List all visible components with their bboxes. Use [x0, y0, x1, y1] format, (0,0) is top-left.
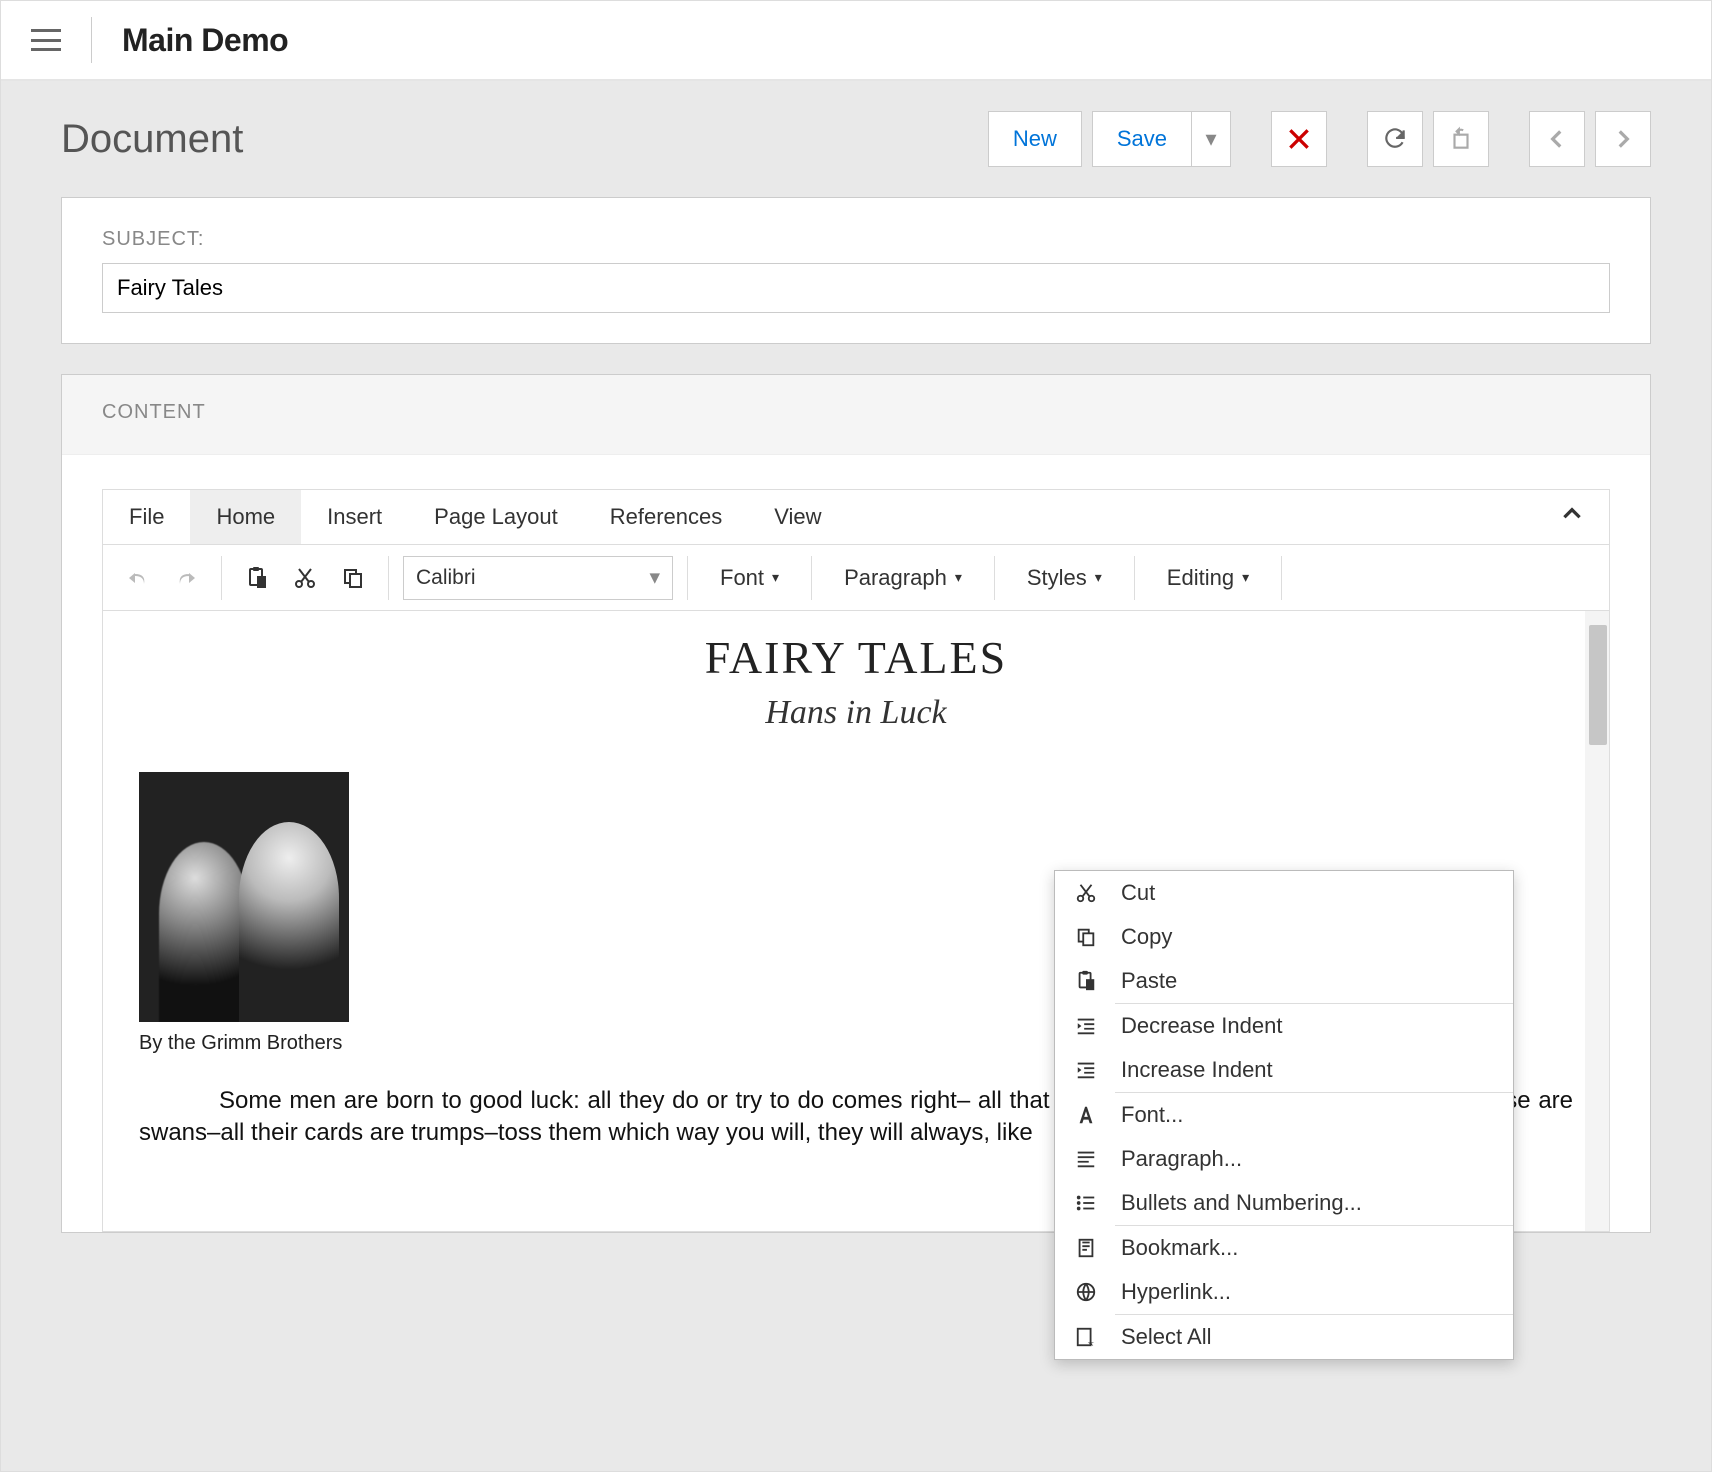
- font-group-dropdown[interactable]: Font: [702, 556, 797, 600]
- content-header: CONTENT: [62, 375, 1650, 455]
- menu-item-label: Increase Indent: [1121, 1057, 1273, 1083]
- font-select-value: Calibri: [416, 566, 476, 590]
- close-icon: [1286, 126, 1312, 152]
- undo-button[interactable]: [117, 557, 159, 599]
- menu-item-paste[interactable]: Paste: [1055, 959, 1513, 1003]
- bookmark-icon: [1073, 1235, 1099, 1261]
- chevron-right-icon: [1610, 126, 1636, 152]
- menu-item-label: Copy: [1121, 924, 1172, 950]
- tab-page-layout[interactable]: Page Layout: [408, 490, 584, 544]
- tab-view[interactable]: View: [748, 490, 847, 544]
- chevron-left-icon: [1544, 126, 1570, 152]
- editing-group-dropdown[interactable]: Editing: [1149, 556, 1267, 600]
- cut-button[interactable]: [284, 557, 326, 599]
- next-button[interactable]: [1595, 111, 1651, 167]
- context-menu: Cut Copy Paste Decrease Indent Increase Inde…: [1054, 870, 1514, 1360]
- menu-item-copy[interactable]: Copy: [1055, 915, 1513, 959]
- refresh-icon: [1382, 126, 1408, 152]
- paragraph-group-dropdown[interactable]: Paragraph: [826, 556, 980, 600]
- tab-references[interactable]: References: [584, 490, 749, 544]
- ribbon-tabs: File Home Insert Page Layout References …: [103, 490, 1609, 545]
- menu-item-bookmark[interactable]: Bookmark...: [1055, 1226, 1513, 1270]
- chevron-down-icon: [955, 569, 962, 586]
- menu-item-label: Decrease Indent: [1121, 1013, 1282, 1039]
- menu-item-inc-indent[interactable]: Increase Indent: [1055, 1048, 1513, 1092]
- document-title: FAIRY TALES: [139, 631, 1573, 684]
- select-all-icon: [1073, 1324, 1099, 1350]
- chevron-down-icon: [649, 565, 660, 590]
- menu-item-label: Select All: [1121, 1324, 1212, 1350]
- menu-item-label: Paste: [1121, 968, 1177, 994]
- page-title: Document: [61, 117, 243, 162]
- figure-image: [139, 772, 349, 1022]
- delete-button[interactable]: [1271, 111, 1327, 167]
- tab-insert[interactable]: Insert: [301, 490, 408, 544]
- inc-indent-icon: [1073, 1057, 1099, 1083]
- menu-item-select-all[interactable]: Select All: [1055, 1315, 1513, 1359]
- menu-item-dec-indent[interactable]: Decrease Indent: [1055, 1004, 1513, 1048]
- font-icon: [1073, 1102, 1099, 1128]
- menu-item-font[interactable]: Font...: [1055, 1093, 1513, 1137]
- app-title: Main Demo: [122, 22, 288, 59]
- menu-item-label: Cut: [1121, 880, 1155, 906]
- hyperlink-icon: [1073, 1279, 1099, 1305]
- redo-icon: [174, 566, 198, 590]
- page-header: Document New Save: [61, 111, 1651, 167]
- save-split-button: Save: [1092, 111, 1231, 167]
- cut-icon: [1073, 880, 1099, 906]
- subject-input[interactable]: [102, 263, 1610, 313]
- top-bar: Main Demo: [1, 1, 1711, 81]
- dec-indent-icon: [1073, 1013, 1099, 1039]
- subject-label: SUBJECT:: [102, 228, 1610, 251]
- font-select[interactable]: Calibri: [403, 556, 673, 600]
- bullets-icon: [1073, 1190, 1099, 1216]
- styles-group-dropdown[interactable]: Styles: [1009, 556, 1120, 600]
- menu-item-cut[interactable]: Cut: [1055, 871, 1513, 915]
- tab-file[interactable]: File: [103, 490, 190, 544]
- prev-button[interactable]: [1529, 111, 1585, 167]
- ribbon-collapse-button[interactable]: [1535, 501, 1609, 533]
- refresh-button[interactable]: [1367, 111, 1423, 167]
- menu-item-label: Font...: [1121, 1102, 1183, 1128]
- document-subtitle: Hans in Luck: [139, 694, 1573, 732]
- toolbar: New Save: [988, 111, 1651, 167]
- menu-item-label: Bookmark...: [1121, 1235, 1238, 1261]
- copy-button[interactable]: [332, 557, 374, 599]
- chevron-down-icon: [1095, 569, 1102, 586]
- menu-item-label: Bullets and Numbering...: [1121, 1190, 1362, 1216]
- copy-icon: [1073, 924, 1099, 950]
- chevron-down-icon: [772, 569, 779, 586]
- paragraph-icon: [1073, 1146, 1099, 1172]
- menu-item-label: Hyperlink...: [1121, 1279, 1231, 1305]
- save-button[interactable]: Save: [1092, 111, 1191, 167]
- menu-item-hyperlink[interactable]: Hyperlink...: [1055, 1270, 1513, 1314]
- menu-item-bullets[interactable]: Bullets and Numbering...: [1055, 1181, 1513, 1225]
- divider: [91, 17, 92, 63]
- save-dropdown-button[interactable]: [1191, 111, 1231, 167]
- menu-item-paragraph[interactable]: Paragraph...: [1055, 1137, 1513, 1181]
- paste-icon: [1073, 968, 1099, 994]
- paste-icon: [245, 566, 269, 590]
- cut-icon: [293, 566, 317, 590]
- revert-button[interactable]: [1433, 111, 1489, 167]
- copy-icon: [341, 566, 365, 590]
- revert-icon: [1448, 126, 1474, 152]
- undo-icon: [126, 566, 150, 590]
- content-label: CONTENT: [102, 401, 1610, 424]
- menu-item-label: Paragraph...: [1121, 1146, 1242, 1172]
- menu-icon[interactable]: [31, 29, 61, 51]
- chevron-down-icon: [1242, 569, 1249, 586]
- tab-home[interactable]: Home: [190, 490, 301, 544]
- new-button[interactable]: New: [988, 111, 1082, 167]
- chevron-up-icon: [1559, 501, 1585, 527]
- paste-button[interactable]: [236, 557, 278, 599]
- redo-button[interactable]: [165, 557, 207, 599]
- ribbon-bar: Calibri Font Paragraph Styles Editing: [103, 545, 1609, 611]
- subject-card: SUBJECT:: [61, 197, 1651, 344]
